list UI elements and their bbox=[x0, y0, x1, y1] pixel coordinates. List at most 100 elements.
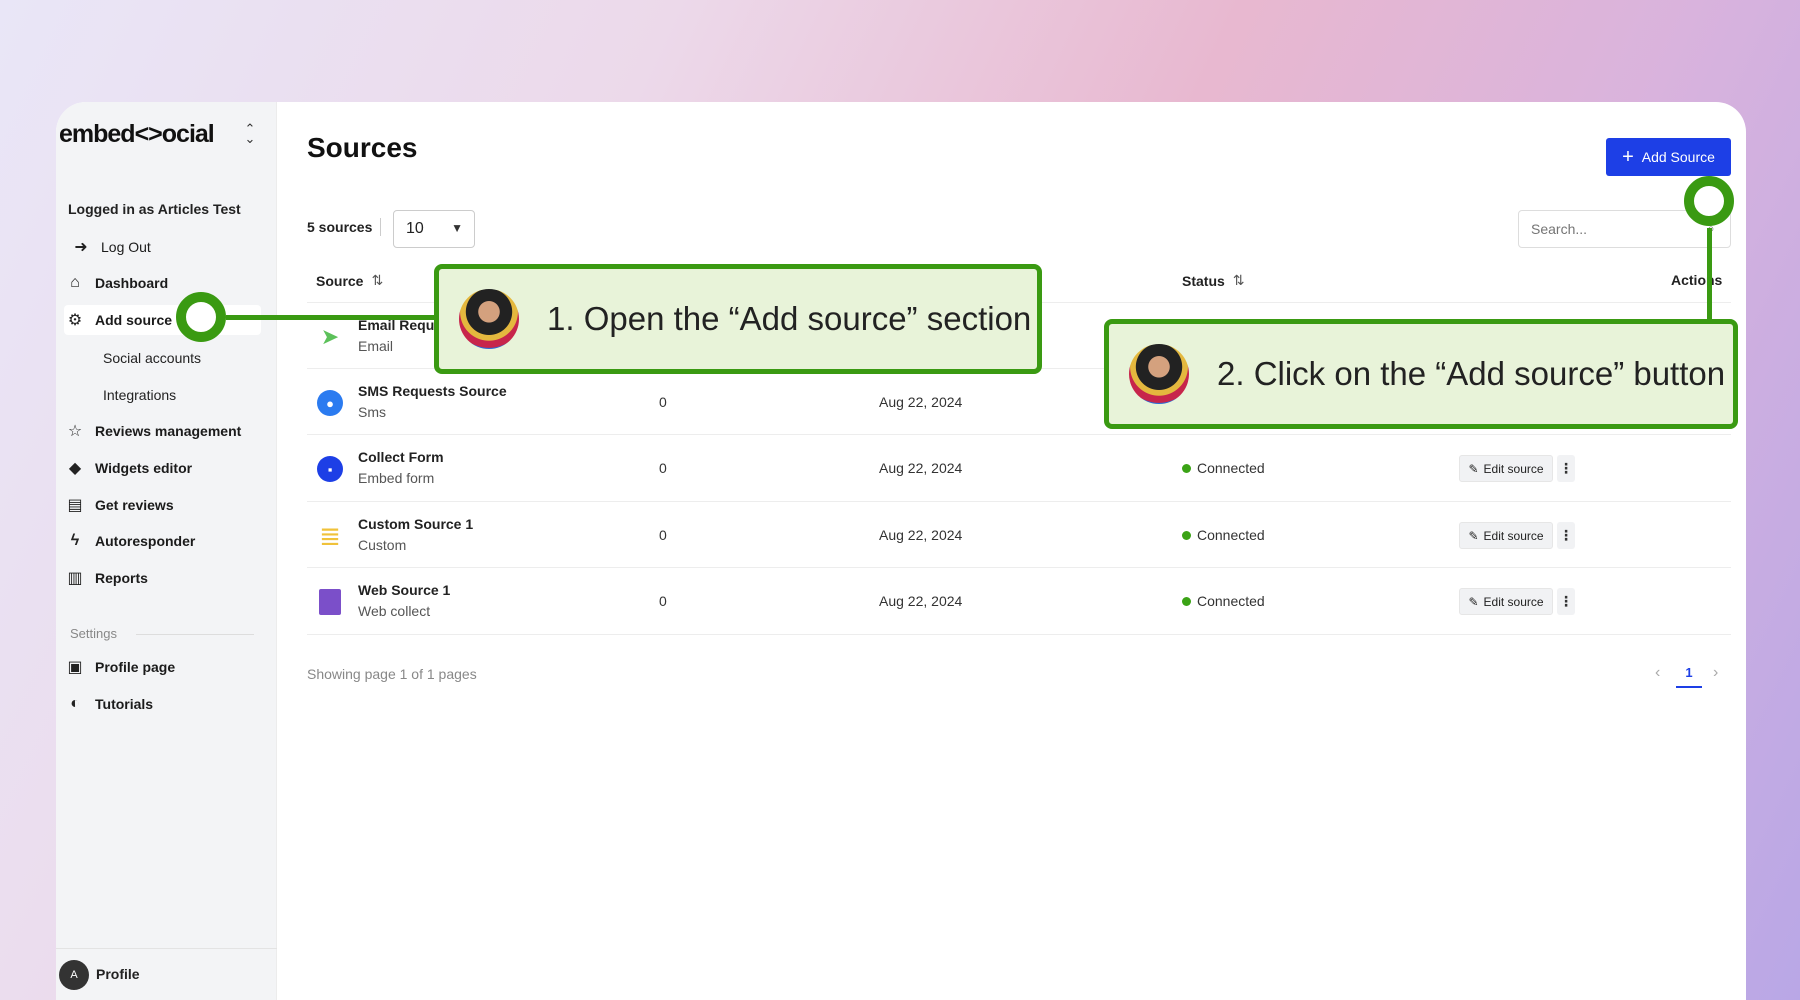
sidebar-item-reports[interactable]: ▥ Reports bbox=[64, 563, 261, 593]
source-type: Sms bbox=[358, 404, 386, 420]
source-name: Collect Form bbox=[358, 449, 444, 465]
sidebar-item-label: Dashboard bbox=[95, 275, 169, 291]
source-name: SMS Requests Source bbox=[358, 383, 507, 399]
source-count: 0 bbox=[659, 394, 667, 410]
profile-label: Profile bbox=[96, 966, 140, 982]
collapse-toggle-icon[interactable]: ⌃ ⌄ bbox=[242, 122, 258, 146]
sidebar-item-label: Tutorials bbox=[95, 696, 154, 712]
sources-count: 5 sources bbox=[307, 219, 373, 235]
collect-icon: ▤ bbox=[67, 497, 83, 514]
sidebar-item-label: Reviews management bbox=[95, 423, 242, 439]
edit-label: Edit source bbox=[1483, 528, 1544, 543]
edit-icon: ✎ bbox=[1468, 461, 1479, 476]
sidebar-item-reviews-management[interactable]: ☆ Reviews management bbox=[64, 416, 261, 446]
column-label: Status bbox=[1182, 272, 1225, 289]
sidebar-item-get-reviews[interactable]: ▤ Get reviews bbox=[64, 490, 261, 520]
status-label: Connected bbox=[1197, 593, 1265, 609]
app-window: embed<>ocial ⌃ ⌄ Logged in as Articles Te… bbox=[56, 102, 1746, 1000]
sidebar-item-label: Get reviews bbox=[95, 497, 174, 513]
column-header-status[interactable]: Status ⇅ bbox=[1182, 272, 1245, 289]
cube-icon: ◆ bbox=[68, 460, 82, 477]
source-date: Aug 22, 2024 bbox=[879, 527, 963, 543]
source-date: Aug 22, 2024 bbox=[879, 460, 963, 476]
per-page-value: 10 bbox=[406, 220, 424, 237]
auto-icon: ϟ bbox=[70, 532, 80, 549]
chat-bubble-icon: ● bbox=[317, 390, 343, 416]
sidebar-item-profile-page[interactable]: ▣ Profile page bbox=[64, 652, 261, 682]
sidebar: embed<>ocial ⌃ ⌄ Logged in as Articles Te… bbox=[56, 102, 277, 1000]
logged-in-label: Logged in as Articles Test bbox=[68, 201, 241, 217]
sidebar-item-label: Add source bbox=[95, 312, 173, 328]
per-page-select[interactable]: 10 ▼ bbox=[393, 210, 475, 248]
table-row[interactable]: ≣ Custom Source 1 Custom 0 Aug 22, 2024 … bbox=[307, 501, 1731, 567]
sidebar-item-integrations[interactable]: Integrations bbox=[103, 387, 176, 403]
star-icon: ☆ bbox=[67, 423, 83, 440]
sidebar-item-tutorials[interactable]: ◐ Tutorials bbox=[64, 689, 261, 719]
globe-icon: ◐ bbox=[70, 695, 80, 712]
chevron-left-icon[interactable]: ‹ bbox=[1655, 664, 1660, 682]
main-content: Sources + Add Source 5 sources 10 ▼ ⌕ So… bbox=[277, 102, 1746, 1000]
sidebar-item-autoresponder[interactable]: ϟ Autoresponder bbox=[64, 526, 261, 556]
status-dot-icon bbox=[1182, 596, 1191, 606]
divider bbox=[380, 218, 381, 236]
source-type: Embed form bbox=[358, 470, 435, 486]
chevron-right-icon[interactable]: › bbox=[1713, 664, 1718, 682]
sidebar-item-dashboard[interactable]: ⌂ Dashboard bbox=[64, 268, 261, 298]
sidebar-item-label: Autoresponder bbox=[95, 533, 196, 549]
plus-icon: + bbox=[1622, 146, 1634, 168]
status-badge: Connected bbox=[1182, 593, 1265, 609]
edit-source-button[interactable]: ✎ Edit source bbox=[1459, 588, 1553, 615]
edit-source-button[interactable]: ✎ Edit source bbox=[1459, 455, 1553, 482]
step1-text: 1. Open the “Add source” section bbox=[547, 300, 1032, 337]
send-icon: ➤ bbox=[320, 324, 340, 349]
more-options-icon[interactable]: ⋮ bbox=[1557, 522, 1575, 549]
column-header-actions: Actions bbox=[1671, 272, 1722, 288]
sidebar-item-logout[interactable]: ➜ Log Out bbox=[70, 232, 267, 262]
more-options-icon[interactable]: ⋮ bbox=[1557, 455, 1575, 482]
edit-icon: ✎ bbox=[1468, 528, 1479, 543]
step2-marker bbox=[1684, 176, 1734, 226]
step2-callout: 2. Click on the “Add source” button bbox=[1104, 319, 1738, 429]
home-icon: ⌂ bbox=[70, 274, 80, 291]
sidebar-item-social-accounts[interactable]: Social accounts bbox=[103, 350, 201, 366]
profile-menu[interactable]: A Profile bbox=[56, 948, 277, 1000]
status-dot-icon bbox=[1182, 530, 1191, 540]
page-title: Sources bbox=[307, 132, 418, 163]
step1-marker bbox=[176, 292, 226, 342]
source-type: Web collect bbox=[358, 603, 431, 619]
connector-line bbox=[1707, 228, 1712, 322]
column-label: Actions bbox=[1671, 272, 1723, 288]
form-icon: ▪ bbox=[317, 456, 343, 482]
status-badge: Connected bbox=[1182, 527, 1265, 543]
logout-icon: ➜ bbox=[74, 239, 88, 256]
sidebar-item-add-source[interactable]: ⚙ Add source bbox=[64, 305, 261, 335]
sidebar-item-label: Reports bbox=[95, 570, 148, 586]
page-button[interactable]: 1 bbox=[1676, 658, 1702, 688]
logo: embed<>ocial bbox=[59, 120, 215, 148]
edit-source-button[interactable]: ✎ Edit source bbox=[1459, 522, 1553, 549]
plug-icon: ⚙ bbox=[67, 312, 83, 329]
settings-heading: Settings bbox=[70, 626, 117, 641]
status-dot-icon bbox=[1182, 463, 1191, 473]
source-date: Aug 22, 2024 bbox=[879, 593, 963, 609]
status-label: Connected bbox=[1197, 460, 1265, 476]
sort-icon[interactable]: ⇅ bbox=[371, 272, 383, 289]
source-count: 0 bbox=[659, 593, 667, 609]
step1-callout: 1. Open the “Add source” section bbox=[434, 264, 1042, 374]
column-header-source[interactable]: Source ⇅ bbox=[316, 272, 383, 289]
add-source-label: Add Source bbox=[1641, 149, 1715, 165]
add-source-button[interactable]: + Add Source bbox=[1606, 138, 1731, 176]
more-options-icon[interactable]: ⋮ bbox=[1557, 588, 1575, 615]
source-type: Custom bbox=[358, 537, 407, 553]
presenter-avatar bbox=[1129, 344, 1189, 404]
sort-icon[interactable]: ⇅ bbox=[1233, 272, 1245, 289]
presenter-avatar bbox=[459, 289, 519, 349]
source-name: Custom Source 1 bbox=[358, 516, 474, 532]
source-type: Email bbox=[358, 338, 394, 354]
sidebar-item-widgets-editor[interactable]: ◆ Widgets editor bbox=[64, 453, 261, 483]
chart-icon: ▥ bbox=[67, 570, 83, 587]
table-row[interactable]: ▪ Collect Form Embed form 0 Aug 22, 2024… bbox=[307, 434, 1731, 500]
table-row[interactable]: Web Source 1 Web collect 0 Aug 22, 2024 … bbox=[307, 567, 1731, 633]
stack-icon: ≣ bbox=[319, 520, 341, 551]
column-label: Source bbox=[316, 272, 364, 289]
